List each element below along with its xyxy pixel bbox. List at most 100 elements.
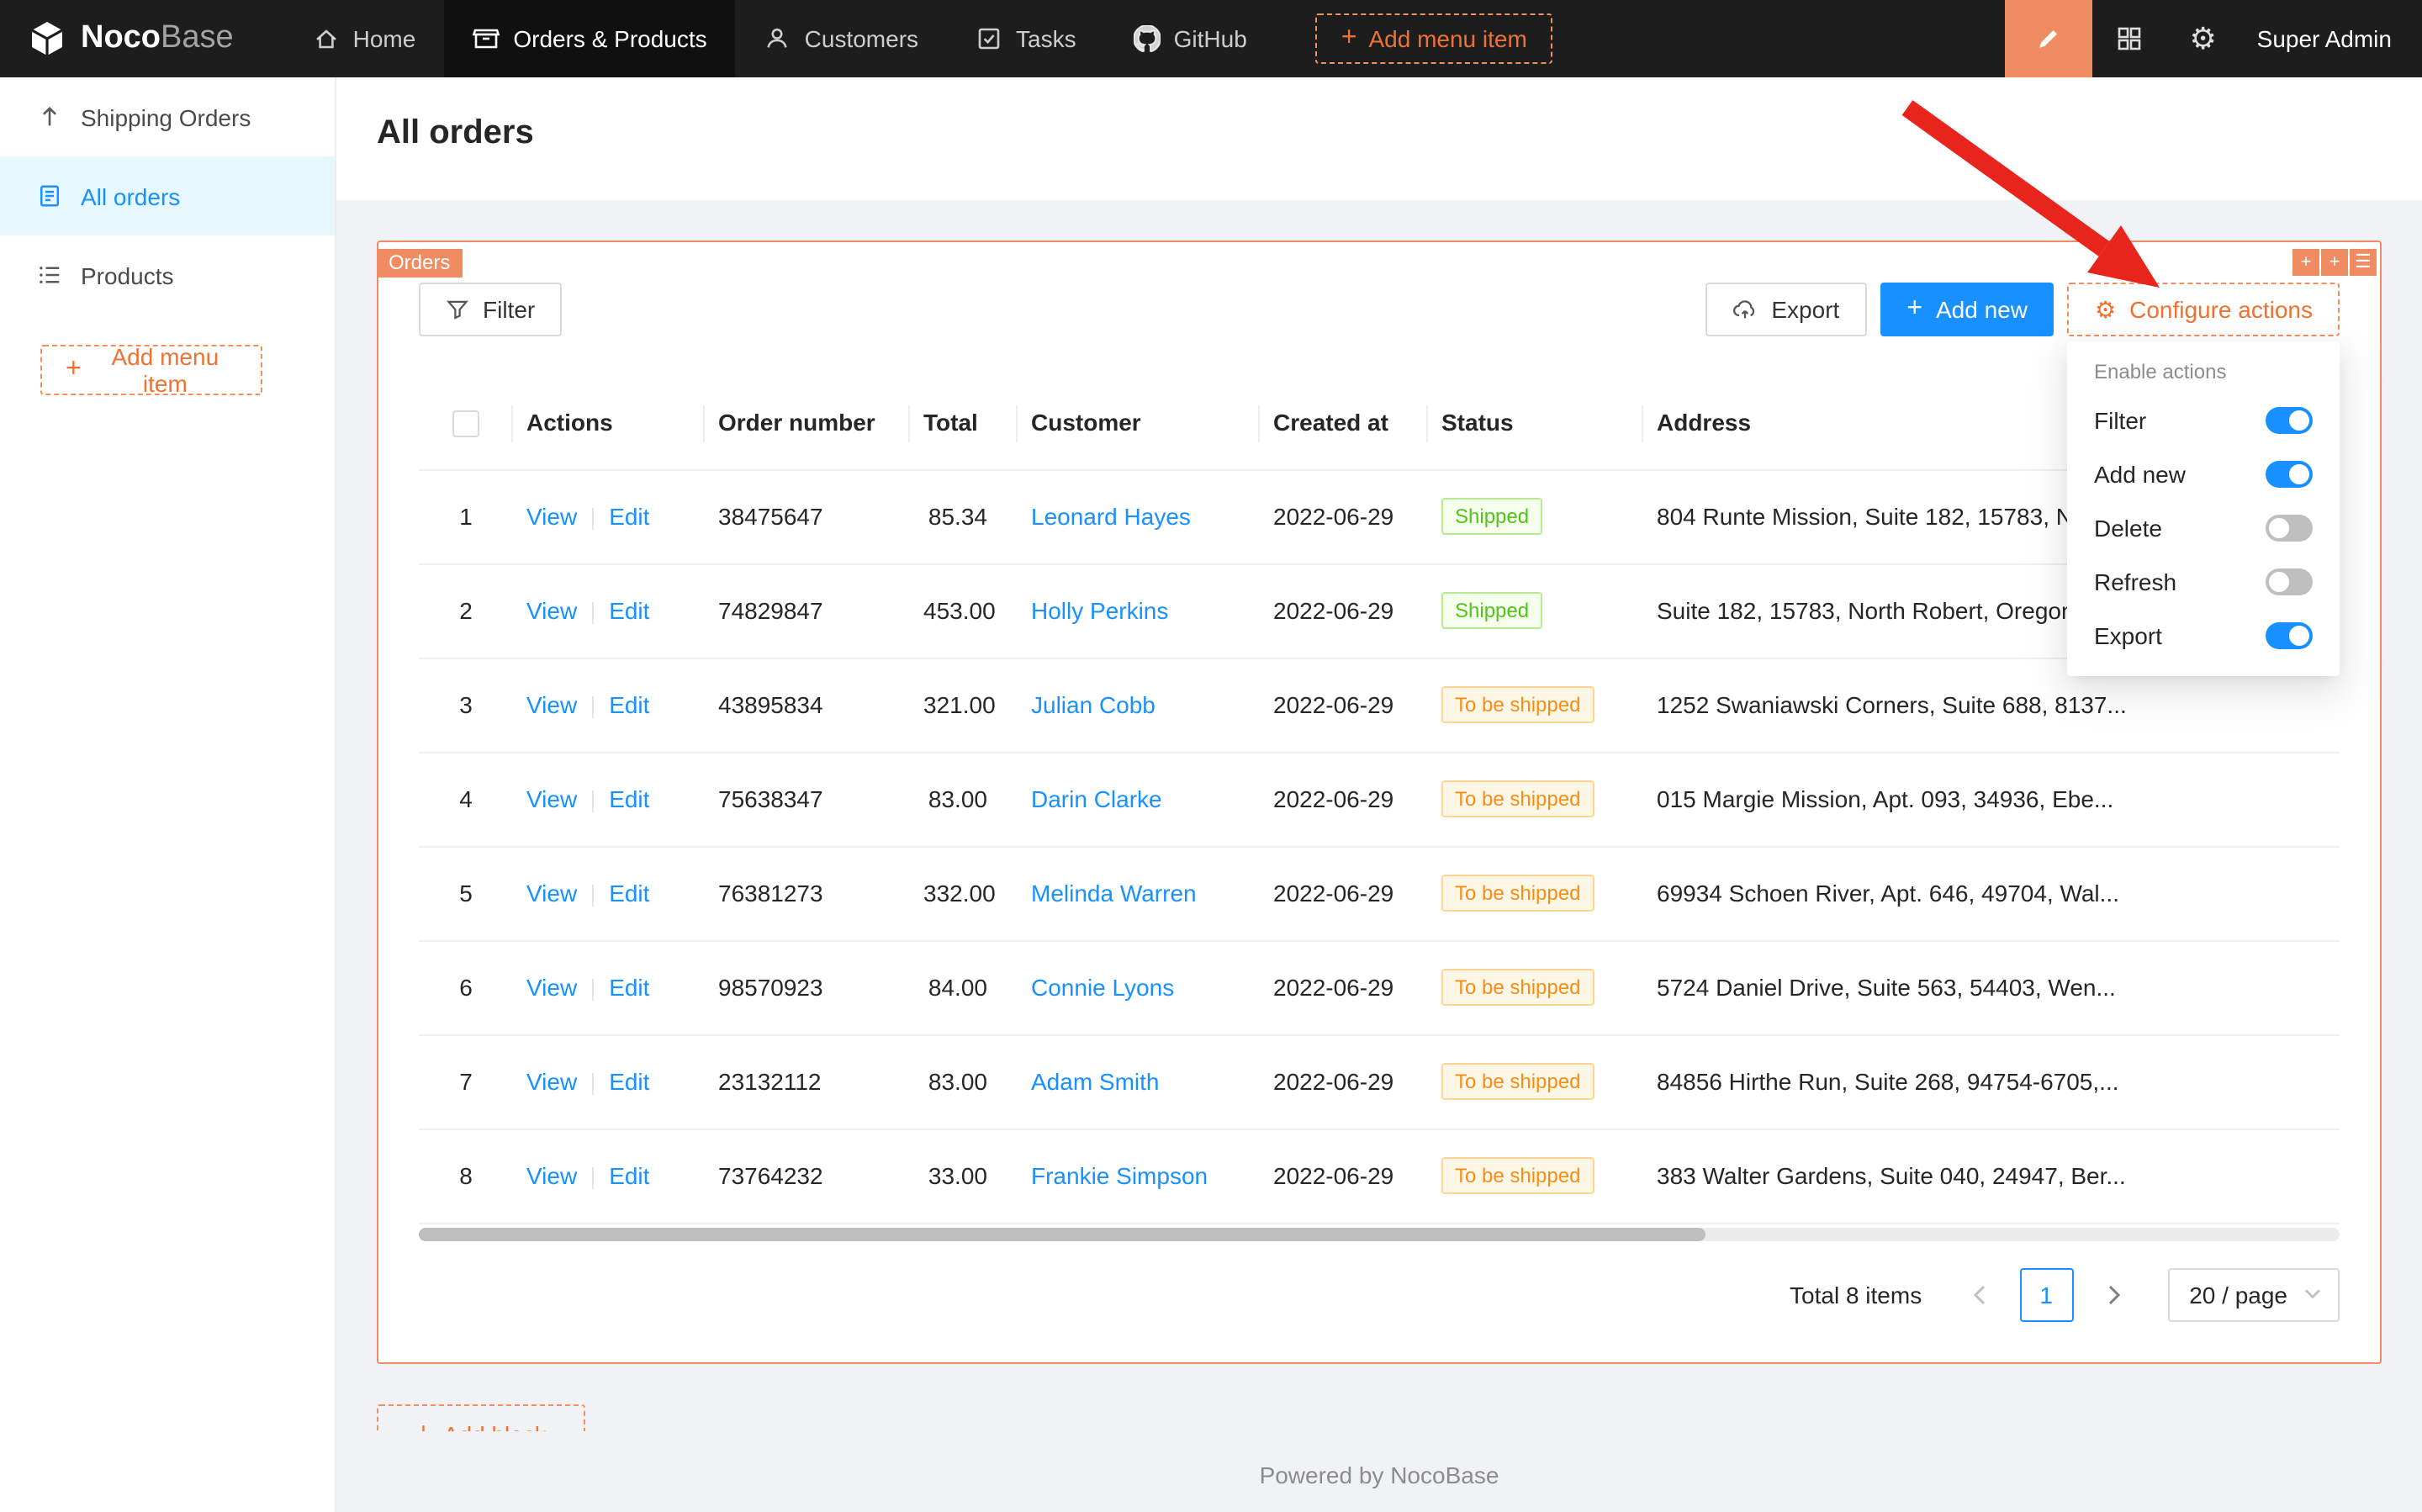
customer-cell: Adam Smith: [1018, 1034, 1260, 1129]
table-row: 4 ViewEdit 75638347 83.00 Darin Clarke 2…: [419, 752, 2340, 846]
export-toggle[interactable]: [2266, 622, 2313, 649]
view-link[interactable]: View: [526, 1068, 577, 1095]
user-name[interactable]: Super Admin: [2240, 25, 2422, 52]
ui-editor-button[interactable]: [2005, 0, 2092, 77]
row-index-cell: 7: [419, 1034, 513, 1129]
navbar-right: ⚙ Super Admin: [2005, 0, 2422, 77]
pagination-page-1[interactable]: 1: [2019, 1267, 2073, 1321]
export-button[interactable]: Export: [1705, 283, 1866, 336]
order-number-cell: 74829847: [705, 563, 910, 658]
nav-item-home[interactable]: Home: [284, 0, 445, 77]
horizontal-scrollbar-thumb[interactable]: [419, 1227, 1705, 1240]
nav-item-label: Customers: [805, 25, 918, 52]
block-designer-tag: Orders: [377, 249, 462, 278]
page-size-select[interactable]: 20 / page: [2167, 1267, 2340, 1321]
customer-cell: Connie Lyons: [1018, 940, 1260, 1034]
edit-link[interactable]: Edit: [609, 1068, 649, 1095]
table-toolbar: Filter Export + Add new: [419, 283, 2340, 336]
row-index: 4: [459, 785, 473, 812]
customers-icon: [764, 25, 791, 52]
customer-link[interactable]: Frankie Simpson: [1031, 1162, 1208, 1189]
plugin-manager-button[interactable]: [2092, 0, 2166, 77]
view-link[interactable]: View: [526, 880, 577, 907]
sidebar-add-menu-item-button[interactable]: + Add menu item: [40, 345, 262, 395]
customer-link[interactable]: Melinda Warren: [1031, 880, 1197, 907]
customer-cell: Leonard Hayes: [1018, 469, 1260, 563]
filter-toggle[interactable]: [2266, 407, 2313, 434]
view-link[interactable]: View: [526, 503, 577, 530]
view-link[interactable]: View: [526, 785, 577, 812]
customer-link[interactable]: Julian Cobb: [1031, 691, 1155, 718]
order-number-cell: 38475647: [705, 469, 910, 563]
logo-text-primary: Noco: [81, 20, 161, 56]
page-title: All orders: [377, 114, 2382, 153]
nav-item-github[interactable]: GitHub: [1105, 0, 1276, 77]
edit-link[interactable]: Edit: [609, 691, 649, 718]
status-tag: To be shipped: [1441, 780, 1594, 817]
block-add-icon[interactable]: +: [2321, 249, 2348, 276]
view-link[interactable]: View: [526, 691, 577, 718]
pagination-next-button[interactable]: [2086, 1267, 2140, 1321]
pagination-prev-button[interactable]: [1952, 1267, 2006, 1321]
dropdown-item-label: Export: [2094, 622, 2162, 649]
status-tag: To be shipped: [1441, 875, 1594, 912]
filter-button[interactable]: Filter: [419, 283, 562, 336]
nav-item-tasks[interactable]: Tasks: [947, 0, 1105, 77]
orders-file-icon: [37, 183, 62, 209]
nav-item-customers[interactable]: Customers: [736, 0, 947, 77]
add-new-toggle[interactable]: [2266, 461, 2313, 488]
view-link[interactable]: View: [526, 974, 577, 1001]
delete-toggle[interactable]: [2266, 515, 2313, 542]
pagination-total: Total 8 items: [1790, 1281, 1922, 1308]
dropdown-item-filter[interactable]: Filter: [2067, 394, 2340, 447]
nav-item-label: Tasks: [1016, 25, 1076, 52]
dropdown-item-refresh[interactable]: Refresh: [2067, 555, 2340, 609]
edit-link[interactable]: Edit: [609, 597, 649, 624]
sidebar-item-products[interactable]: Products: [0, 235, 335, 315]
select-all-header: [419, 377, 513, 469]
add-menu-item-label: Add menu item: [1368, 25, 1526, 52]
gear-icon: ⚙: [2190, 24, 2217, 54]
dropdown-item-add-new[interactable]: Add new: [2067, 447, 2340, 501]
select-all-checkbox[interactable]: [452, 410, 479, 437]
add-new-button[interactable]: + Add new: [1880, 283, 2054, 336]
row-index: 5: [459, 880, 473, 907]
table-row: 2 ViewEdit 74829847 453.00 Holly Perkins…: [419, 563, 2340, 658]
address-cell: 383 Walter Gardens, Suite 040, 24947, Be…: [1643, 1129, 2340, 1223]
sidebar-item-shipping-orders[interactable]: Shipping Orders: [0, 77, 335, 156]
created-at-cell: 2022-06-29: [1260, 469, 1428, 563]
refresh-toggle[interactable]: [2266, 568, 2313, 595]
customer-cell: Melinda Warren: [1018, 846, 1260, 940]
block-menu-icon[interactable]: ☰: [2350, 249, 2377, 276]
view-link[interactable]: View: [526, 1162, 577, 1189]
edit-link[interactable]: Edit: [609, 1162, 649, 1189]
view-link[interactable]: View: [526, 597, 577, 624]
navbar-add-menu-item-button[interactable]: + Add menu item: [1316, 13, 1552, 64]
edit-link[interactable]: Edit: [609, 974, 649, 1001]
dropdown-item-label: Refresh: [2094, 568, 2176, 595]
edit-link[interactable]: Edit: [609, 503, 649, 530]
customer-link[interactable]: Adam Smith: [1031, 1068, 1160, 1095]
customer-link[interactable]: Leonard Hayes: [1031, 503, 1191, 530]
edit-link[interactable]: Edit: [609, 880, 649, 907]
configure-actions-button[interactable]: ⚙ Configure actions: [2068, 283, 2340, 336]
edit-link[interactable]: Edit: [609, 785, 649, 812]
dropdown-title: Enable actions: [2067, 357, 2340, 394]
status-tag: To be shipped: [1441, 1063, 1594, 1100]
add-block-button[interactable]: + Add block: [377, 1404, 585, 1430]
settings-gear-button[interactable]: ⚙: [2166, 0, 2240, 77]
block-drag-icon[interactable]: +: [2292, 249, 2319, 276]
customer-link[interactable]: Darin Clarke: [1031, 785, 1162, 812]
nav-item-orders-products[interactable]: Orders & Products: [444, 0, 735, 77]
customer-link[interactable]: Connie Lyons: [1031, 974, 1174, 1001]
plus-icon: +: [66, 357, 82, 383]
nocobase-logo[interactable]: NocoBase: [0, 0, 261, 77]
sidebar-item-all-orders[interactable]: All orders: [0, 156, 335, 235]
dropdown-item-export[interactable]: Export: [2067, 609, 2340, 663]
chevron-right-icon: [2105, 1284, 2122, 1304]
sidebar-item-label: All orders: [81, 182, 180, 209]
customer-link[interactable]: Holly Perkins: [1031, 597, 1168, 624]
dropdown-item-delete[interactable]: Delete: [2067, 501, 2340, 555]
main-area: All orders Orders + + ☰ Filter: [336, 77, 2422, 1512]
order-number-cell: 75638347: [705, 752, 910, 846]
